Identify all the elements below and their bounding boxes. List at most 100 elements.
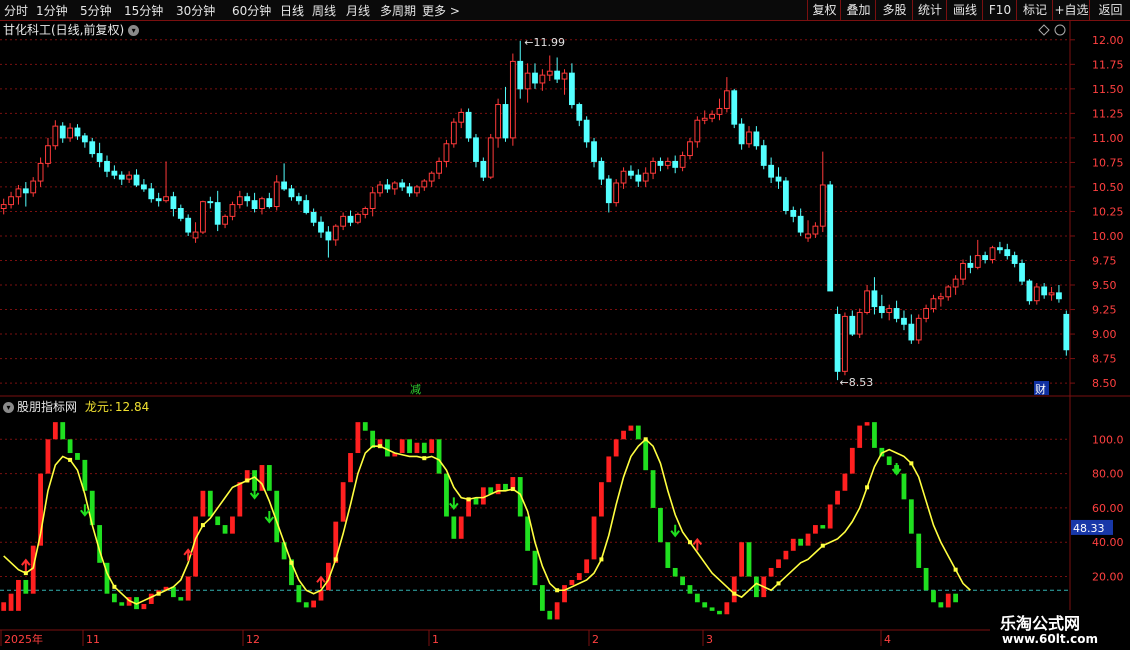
candle-body — [583, 119, 590, 143]
candle-body — [672, 160, 679, 168]
candle-body — [22, 188, 29, 194]
candle-body — [753, 131, 760, 147]
candle-body — [118, 174, 125, 180]
dropdown-icon[interactable]: ▾ — [128, 25, 140, 36]
indicator-bar — [362, 422, 368, 431]
indicator-bar — [266, 465, 272, 491]
candle-body — [436, 160, 442, 174]
indicator-line-dot — [865, 485, 870, 490]
indicator-bar — [857, 425, 863, 448]
candle-body — [554, 70, 561, 80]
indicator-line-dot — [732, 591, 737, 596]
candle-body — [214, 202, 221, 225]
candle-body — [273, 181, 280, 208]
candle-body — [805, 233, 811, 239]
candle-body — [694, 119, 701, 143]
indicator-bar — [658, 507, 663, 543]
candle-body — [1063, 313, 1070, 351]
candle-body — [524, 72, 531, 90]
candle-body — [849, 315, 856, 335]
candle-body — [384, 184, 391, 190]
price-axis-label: 10.75 — [1092, 156, 1124, 169]
indicator-bar — [687, 585, 693, 594]
candle-body — [303, 200, 310, 213]
price-axis-label: 8.75 — [1092, 353, 1117, 366]
indicator-bar — [532, 550, 538, 586]
indicator-bar — [916, 533, 922, 568]
indicator-bar — [827, 504, 833, 529]
candle-body — [657, 160, 664, 166]
sell-arrow-icon — [264, 511, 275, 524]
indicator-bar — [753, 576, 759, 598]
indicator-bar — [52, 422, 58, 440]
candle-body — [982, 255, 989, 261]
candle-body — [8, 196, 14, 206]
ind-axis-label: 60.00 — [1092, 502, 1124, 515]
indicator-bar — [421, 442, 427, 454]
candle-body — [1004, 249, 1011, 257]
candle-body — [458, 111, 465, 123]
indicator-bar — [798, 538, 804, 546]
candle-body — [782, 180, 789, 211]
candle-body — [310, 211, 317, 223]
price-panel-title: 甘化科工(日线,前复权) ▾ — [3, 21, 140, 38]
indicator-bar — [724, 602, 730, 615]
indicator-line-dot — [112, 584, 117, 589]
indicator-bar — [429, 439, 435, 454]
candle-body — [1011, 255, 1018, 264]
candle-body — [502, 104, 509, 139]
chart-canvas[interactable]: 12.00 11.75 11.50 11.25 11.00 10.75 10.50 10.25… — [0, 0, 1130, 650]
watermark: 乐淘公式网 www.60lt.com — [990, 610, 1130, 650]
price-axis-label: 9.00 — [1092, 328, 1117, 341]
stock-title: 甘化科工(日线,前复权) — [3, 23, 125, 37]
indicator-bar — [539, 585, 545, 611]
candle-body — [473, 137, 479, 162]
candle-body — [450, 121, 457, 145]
price-axis-label: 9.75 — [1092, 254, 1117, 267]
indicator-bar — [355, 422, 361, 454]
candle-body — [369, 192, 376, 210]
indicator-bar — [628, 425, 634, 431]
ind-axis-label: 100.0 — [1092, 433, 1124, 446]
indicator-bar — [872, 422, 877, 448]
indicator-bar — [111, 593, 117, 603]
indicator-line — [3, 438, 971, 605]
candle-body — [74, 127, 81, 137]
indicator-bar — [562, 585, 567, 603]
candle-body — [495, 104, 502, 139]
candle-body — [664, 160, 671, 166]
indicator-bar — [739, 542, 745, 577]
candle-body — [251, 200, 258, 210]
circle-icon — [1054, 24, 1066, 36]
indicator-line-dot — [245, 478, 250, 483]
dropdown-icon[interactable]: ▾ — [3, 402, 14, 413]
price-axis-label: 10.00 — [1092, 230, 1124, 243]
indicator-bar — [185, 576, 191, 601]
candle-body — [812, 225, 819, 235]
candle-body — [281, 181, 288, 190]
indicator-bar — [835, 490, 840, 505]
indicator-bar — [554, 602, 560, 620]
indicator-bar — [141, 603, 147, 610]
indicator-bar — [222, 525, 228, 534]
current-value-label: 48.33 — [1073, 522, 1105, 535]
indicator-bar — [296, 585, 302, 603]
candle-body — [1019, 262, 1025, 282]
indicator-bar — [731, 576, 737, 603]
indicator-bar — [385, 439, 390, 457]
candle-body — [620, 170, 627, 184]
candle-body — [871, 290, 878, 308]
candle-body — [797, 215, 804, 233]
indicator-line-dot — [200, 523, 205, 528]
indicator-line-dot — [289, 560, 294, 565]
candle-body — [354, 213, 361, 223]
indicator-bar — [480, 487, 486, 505]
ind-axis-label: 80.00 — [1092, 468, 1124, 481]
candle-body — [170, 196, 177, 210]
candle-body — [332, 225, 339, 241]
candle-body — [133, 174, 140, 186]
indicator-bar — [953, 593, 959, 603]
indicator-bar — [886, 456, 892, 466]
price-axis-label: 9.25 — [1092, 304, 1117, 317]
indicator-line-dot — [333, 557, 338, 562]
